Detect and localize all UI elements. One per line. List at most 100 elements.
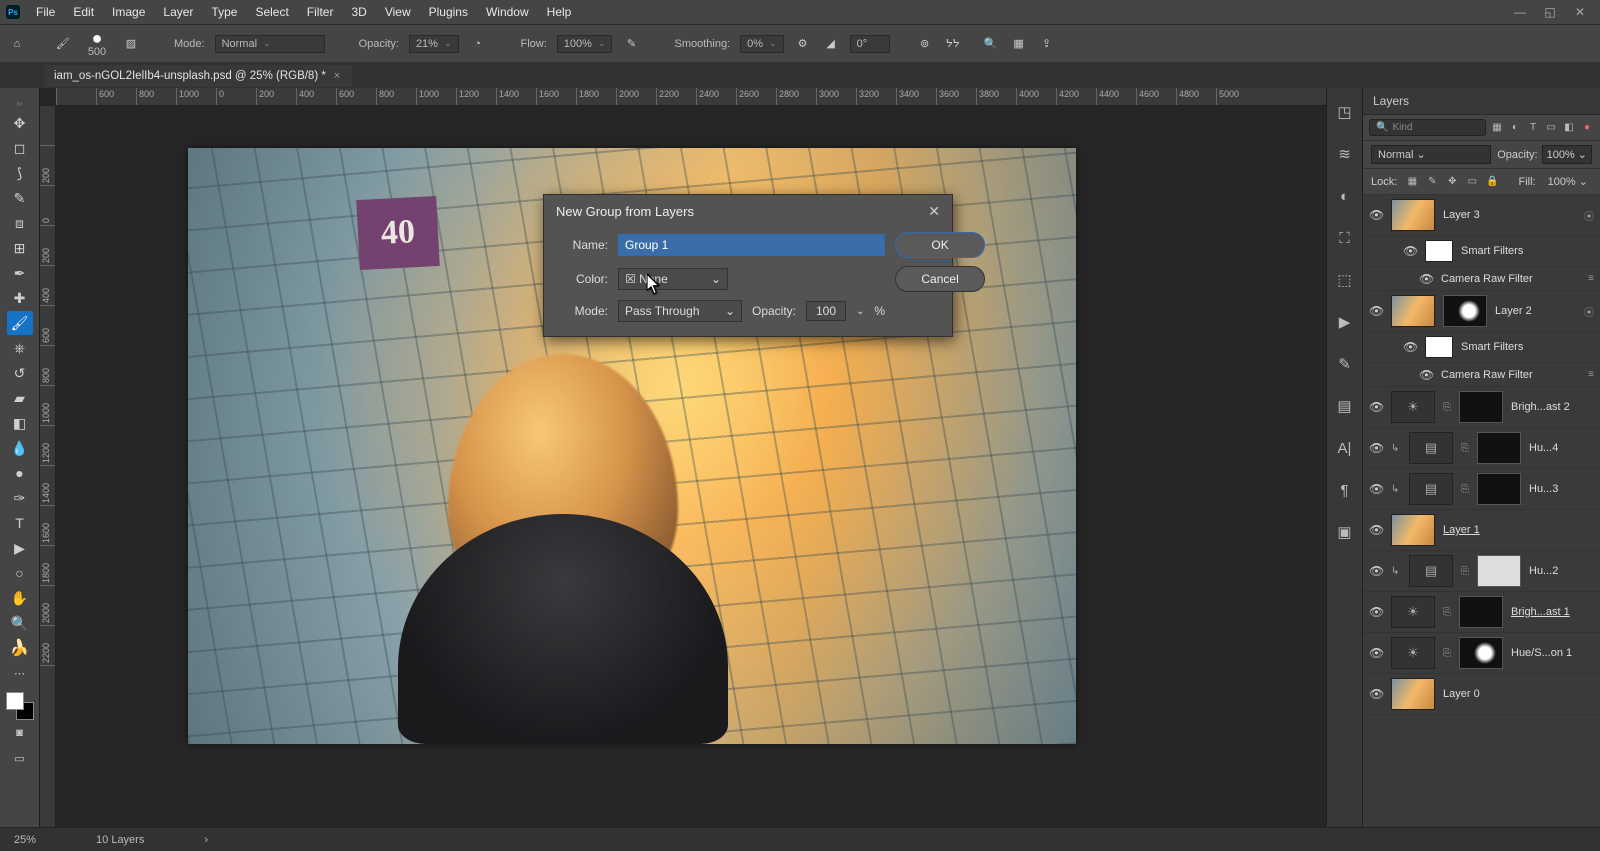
tool-preset-icon[interactable]: 🖌 [54,35,72,53]
stamp-tool[interactable]: ⎈ [7,336,33,360]
menu-type[interactable]: Type [203,2,245,22]
layer-row[interactable]: 👁☀⎘Brigh...ast 2 [1363,387,1600,428]
layer-row[interactable]: 👁↳▤⎘Hu...4 [1363,428,1600,469]
adjustments-icon[interactable]: ≋ [1335,144,1355,164]
3d-icon[interactable]: ⬚ [1335,270,1355,290]
gradient-tool[interactable]: ◧ [7,411,33,435]
healing-tool[interactable]: ✚ [7,286,33,310]
filter-pixel-icon[interactable]: ▦ [1490,121,1504,135]
zoom-level[interactable]: 25% [14,834,36,846]
layer-row[interactable]: 👁↳▤⎘Hu...2 [1363,551,1600,592]
cancel-button[interactable]: Cancel [895,266,985,292]
angle-icon[interactable]: ◢ [822,35,840,53]
layer-row[interactable]: 👁↳▤⎘Hu...3 [1363,469,1600,510]
layer-row[interactable]: 👁☀⎘Hue/S...on 1 [1363,633,1600,674]
layer-row[interactable]: 👁Camera Raw Filter≡ [1363,267,1600,291]
menu-window[interactable]: Window [478,2,537,22]
layer-row[interactable]: 👁Layer 3⦿ [1363,195,1600,236]
path-select-tool[interactable]: ▶ [7,536,33,560]
menu-view[interactable]: View [377,2,419,22]
type-tool[interactable]: T [7,511,33,535]
history-brush-tool[interactable]: ↺ [7,361,33,385]
frame-tool[interactable]: ⊞ [7,236,33,260]
filter-toggle-icon[interactable]: ● [1580,121,1594,135]
flow-select[interactable]: 100% [557,35,613,53]
layer-row[interactable]: 👁Smart Filters [1363,332,1600,363]
layer-filter-search[interactable]: 🔍 Kind [1369,119,1486,136]
window-restore-icon[interactable]: ◱ [1540,4,1560,20]
quickmask-icon[interactable]: ◙ [7,721,33,745]
properties-icon[interactable]: ▣ [1335,522,1355,542]
libraries-icon[interactable]: ◳ [1335,102,1355,122]
pen-tool[interactable]: ✑ [7,486,33,510]
smoothing-options-icon[interactable]: ⚙ [794,35,812,53]
layers-panel-title[interactable]: Layers [1363,88,1600,115]
mode-select[interactable]: Pass Through⌄ [618,300,742,322]
banana-icon[interactable]: 🍌 [7,636,33,660]
layer-list[interactable]: 👁Layer 3⦿👁Smart Filters👁Camera Raw Filte… [1363,195,1600,827]
lock-all-icon[interactable]: 🔒 [1485,175,1499,189]
status-chevron-icon[interactable]: › [204,834,208,846]
menu-plugins[interactable]: Plugins [421,2,476,22]
brushes-icon[interactable]: ✎ [1335,354,1355,374]
hand-tool[interactable]: ✋ [7,586,33,610]
blur-tool[interactable]: 💧 [7,436,33,460]
character-icon[interactable]: A| [1335,438,1355,458]
zoom-tool[interactable]: 🔍 [7,611,33,635]
foreground-color-swatch[interactable] [6,692,24,710]
lock-position-icon[interactable]: ✥ [1445,175,1459,189]
filter-adjust-icon[interactable]: ◐ [1508,121,1522,135]
swatches-icon[interactable]: ▤ [1335,396,1355,416]
menu-edit[interactable]: Edit [65,2,102,22]
color-icon[interactable]: ◐ [1335,186,1355,206]
symmetry-icon[interactable]: ᔭᔭ [944,35,962,53]
window-minimize-icon[interactable]: — [1510,4,1530,20]
airbrush-icon[interactable]: ✎ [622,35,640,53]
crop-tool[interactable]: ⧈ [7,211,33,235]
filter-shape-icon[interactable]: ▭ [1544,121,1558,135]
marquee-tool[interactable]: ◻ [7,136,33,160]
color-swatches[interactable] [6,692,34,720]
brush-tool[interactable]: 🖌 [7,311,33,335]
ok-button[interactable]: OK [895,232,985,258]
layer-row[interactable]: 👁☀⎘Brigh...ast 1 [1363,592,1600,633]
move-tool[interactable]: ✥ [7,111,33,135]
pressure-opacity-icon[interactable]: ◔ [469,35,487,53]
pressure-size-icon[interactable]: ⊚ [916,35,934,53]
blend-mode-select[interactable]: Normal [215,35,325,53]
lock-artboard-icon[interactable]: ▭ [1465,175,1479,189]
transform-icon[interactable]: ⛶ [1335,228,1355,248]
document-tab[interactable]: iam_os-nGOL2IelIb4-unsplash.psd @ 25% (R… [44,65,352,88]
layer-opacity-value[interactable]: 100% ⌄ [1542,145,1592,164]
dodge-tool[interactable]: ● [7,461,33,485]
lock-pixels-icon[interactable]: ✎ [1425,175,1439,189]
filter-type-icon[interactable]: T [1526,121,1540,135]
layer-row[interactable]: 👁Smart Filters [1363,236,1600,267]
share-icon[interactable]: ⇪ [1038,35,1056,53]
quick-select-tool[interactable]: ✎ [7,186,33,210]
layer-row[interactable]: 👁Layer 2⦿ [1363,291,1600,332]
angle-value[interactable]: 0° [850,35,890,53]
menu-filter[interactable]: Filter [299,2,342,22]
opacity-select[interactable]: 21% [409,35,459,53]
lasso-tool[interactable]: ⟆ [7,161,33,185]
layer-row[interactable]: 👁Layer 1 [1363,510,1600,551]
filter-smart-icon[interactable]: ◧ [1562,121,1576,135]
brush-settings-icon[interactable]: ▨ [122,35,140,53]
edit-toolbar-icon[interactable]: ⋯ [7,661,33,685]
layer-row[interactable]: 👁Layer 0 [1363,674,1600,715]
play-icon[interactable]: ▶ [1335,312,1355,332]
layer-row[interactable]: 👁Camera Raw Filter≡ [1363,363,1600,387]
layer-blend-mode[interactable]: Normal ⌄ [1371,145,1491,164]
lock-transparency-icon[interactable]: ▦ [1405,175,1419,189]
toolbox-collapse-icon[interactable]: ›› [17,96,23,110]
group-name-input[interactable] [618,234,885,256]
fill-value[interactable]: 100% ⌄ [1544,173,1592,190]
shape-tool[interactable]: ○ [7,561,33,585]
paragraph-icon[interactable]: ¶ [1335,480,1355,500]
workspace-icon[interactable]: ▦ [1010,35,1028,53]
menu-select[interactable]: Select [247,2,296,22]
menu-help[interactable]: Help [539,2,580,22]
color-select[interactable]: ☒ None⌄ [618,268,728,290]
screenmode-icon[interactable]: ▭ [7,746,33,770]
